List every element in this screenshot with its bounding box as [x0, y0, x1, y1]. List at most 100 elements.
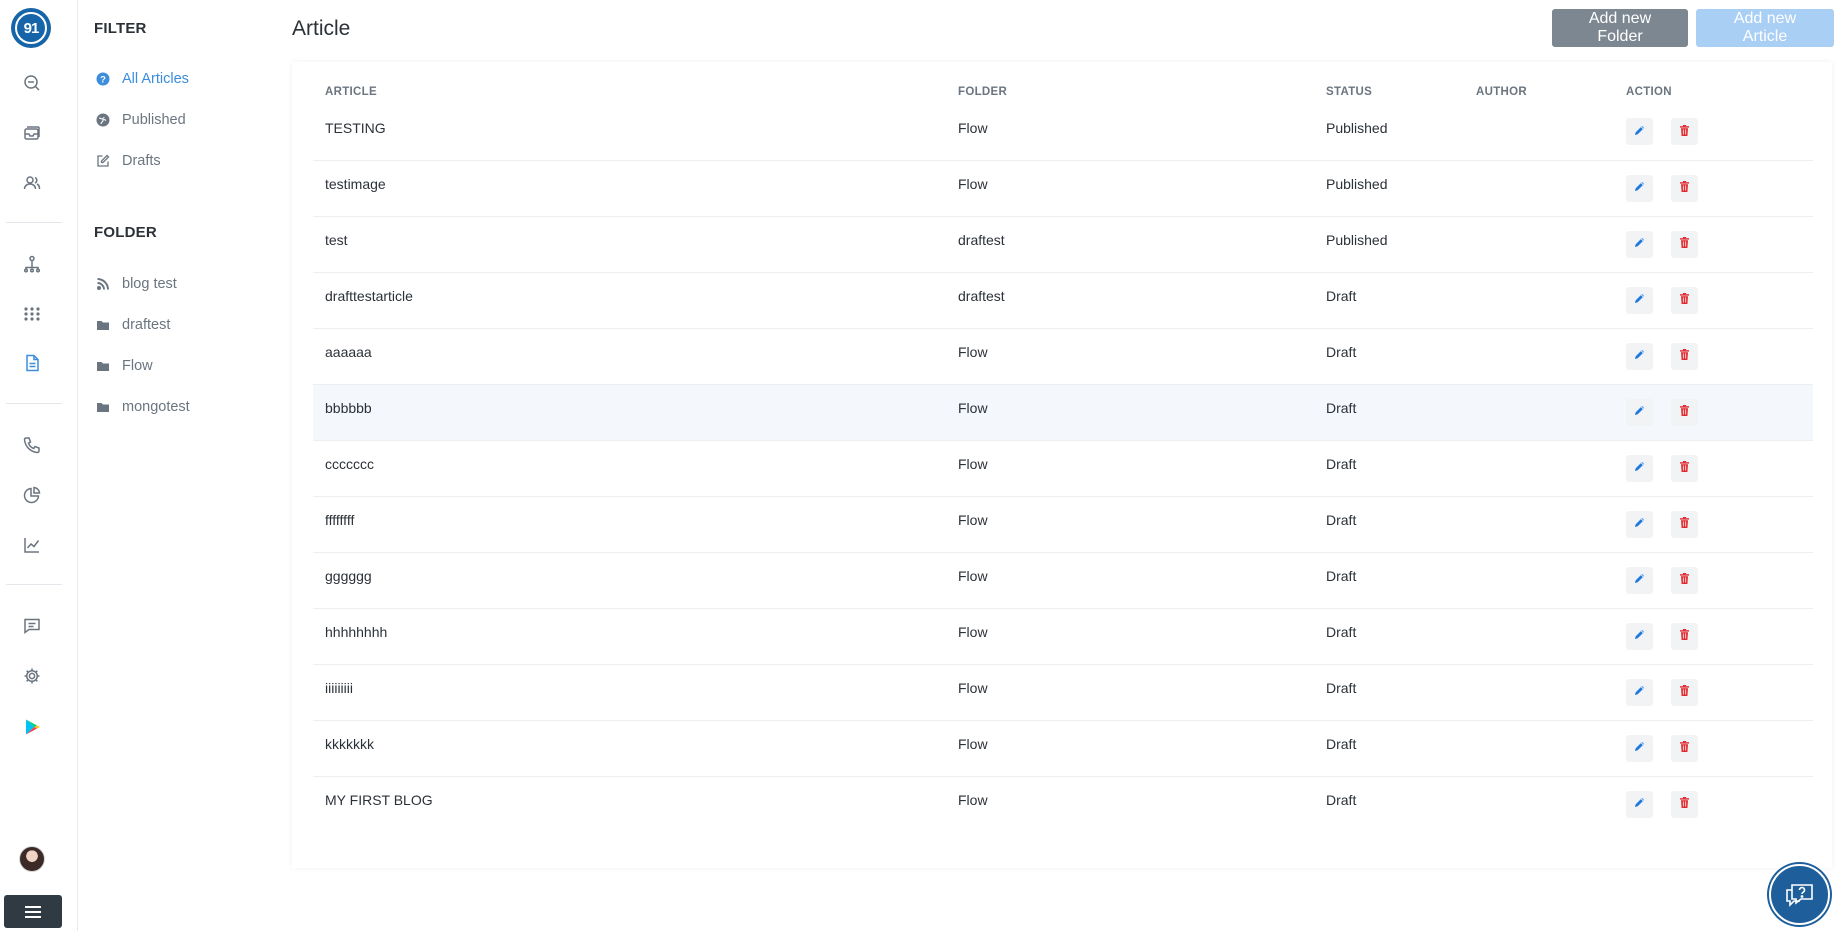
delete-button[interactable]: [1671, 790, 1698, 818]
article-title[interactable]: test: [325, 232, 348, 248]
article-status: Published: [1326, 232, 1388, 248]
article-status: Published: [1326, 176, 1388, 192]
edit-button[interactable]: [1626, 734, 1653, 762]
edit-button[interactable]: [1626, 790, 1653, 818]
filter-heading: FILTER: [94, 20, 147, 37]
article-title[interactable]: MY FIRST BLOG: [325, 792, 433, 808]
article-title[interactable]: ccccccc: [325, 456, 374, 472]
folder-item-mongotest[interactable]: mongotest: [96, 399, 190, 415]
delete-button[interactable]: [1671, 286, 1698, 314]
row-actions: [1626, 678, 1801, 706]
cell-status: Draft: [1314, 552, 1464, 609]
hierarchy-icon[interactable]: [16, 248, 48, 280]
filter-all-articles[interactable]: ? All Articles: [96, 71, 189, 87]
delete-button[interactable]: [1671, 734, 1698, 762]
delete-button[interactable]: [1671, 398, 1698, 426]
article-title[interactable]: aaaaaa: [325, 344, 372, 360]
filter-published[interactable]: Published: [96, 112, 186, 128]
edit-button[interactable]: [1626, 286, 1653, 314]
cell-author: [1464, 720, 1614, 777]
pencil-icon: [1633, 180, 1646, 196]
pencil-icon: [1633, 516, 1646, 532]
delete-button[interactable]: [1671, 230, 1698, 258]
table-row[interactable]: bbbbbb Flow Draft: [313, 384, 1813, 441]
chat-search-icon[interactable]: [16, 67, 48, 99]
edit-button[interactable]: [1626, 174, 1653, 202]
delete-button[interactable]: [1671, 678, 1698, 706]
table-row[interactable]: ffffffff Flow Draft: [313, 496, 1813, 553]
article-title[interactable]: drafttestarticle: [325, 288, 413, 304]
filter-drafts[interactable]: Drafts: [96, 153, 161, 169]
table-row[interactable]: hhhhhhhh Flow Draft: [313, 608, 1813, 665]
cell-status: Draft: [1314, 720, 1464, 777]
pencil-icon: [1633, 124, 1646, 140]
column-header-status: STATUS: [1326, 86, 1373, 98]
message-icon[interactable]: [16, 610, 48, 642]
table-row[interactable]: TESTING Flow Published: [313, 104, 1813, 161]
edit-button[interactable]: [1626, 678, 1653, 706]
pie-chart-icon[interactable]: [16, 479, 48, 511]
add-folder-button[interactable]: Add new Folder: [1552, 9, 1688, 47]
brand-logo[interactable]: 91: [11, 8, 51, 48]
folder-item-flow[interactable]: Flow: [96, 358, 153, 374]
delete-button[interactable]: [1671, 118, 1698, 146]
article-title[interactable]: ffffffff: [325, 512, 354, 528]
delete-button[interactable]: [1671, 510, 1698, 538]
cell-author: [1464, 384, 1614, 441]
folder-item-label: draftest: [122, 317, 171, 333]
edit-button[interactable]: [1626, 510, 1653, 538]
apps-grid-icon[interactable]: [16, 297, 48, 329]
cell-folder: Flow: [946, 608, 1314, 665]
table-row[interactable]: MY FIRST BLOG Flow Draft: [313, 776, 1813, 832]
inbox-stack-icon[interactable]: [16, 117, 48, 149]
document-icon[interactable]: [16, 347, 48, 379]
user-avatar[interactable]: [19, 846, 45, 872]
delete-button[interactable]: [1671, 622, 1698, 650]
help-chat-button[interactable]: [1769, 864, 1830, 925]
article-title[interactable]: gggggg: [325, 568, 372, 584]
cell-author: [1464, 160, 1614, 217]
article-title[interactable]: bbbbbb: [325, 400, 372, 416]
folder-icon: [97, 362, 109, 371]
gear-icon[interactable]: [16, 660, 48, 692]
users-icon[interactable]: [16, 167, 48, 199]
cell-article: aaaaaa: [313, 328, 946, 385]
table-row[interactable]: kkkkkkk Flow Draft: [313, 720, 1813, 777]
delete-button[interactable]: [1671, 454, 1698, 482]
article-title[interactable]: kkkkkkk: [325, 736, 374, 752]
article-title[interactable]: iiiiiiiii: [325, 680, 353, 696]
article-title[interactable]: hhhhhhhh: [325, 624, 387, 640]
folder-item-blog-test[interactable]: blog test: [96, 276, 177, 292]
article-title[interactable]: testimage: [325, 176, 386, 192]
article-folder: Flow: [958, 512, 988, 528]
table-row[interactable]: test draftest Published: [313, 216, 1813, 273]
table-row[interactable]: testimage Flow Published: [313, 160, 1813, 217]
article-title[interactable]: TESTING: [325, 120, 386, 136]
table-row[interactable]: aaaaaa Flow Draft: [313, 328, 1813, 385]
edit-button[interactable]: [1626, 342, 1653, 370]
edit-button[interactable]: [1626, 454, 1653, 482]
play-store-icon[interactable]: [16, 711, 48, 743]
table-row[interactable]: ccccccc Flow Draft: [313, 440, 1813, 497]
article-folder: Flow: [958, 736, 988, 752]
table-row[interactable]: iiiiiiiii Flow Draft: [313, 664, 1813, 721]
table-row[interactable]: drafttestarticle draftest Draft: [313, 272, 1813, 329]
edit-button[interactable]: [1626, 566, 1653, 594]
filter-panel: FILTER ? All Articles Published Drafts F…: [78, 0, 268, 931]
phone-icon[interactable]: [16, 429, 48, 461]
edit-button[interactable]: [1626, 622, 1653, 650]
pencil-icon: [1633, 684, 1646, 700]
edit-button[interactable]: [1626, 230, 1653, 258]
folder-item-draftest[interactable]: draftest: [96, 317, 170, 333]
edit-button[interactable]: [1626, 398, 1653, 426]
line-chart-icon[interactable]: [16, 529, 48, 561]
delete-button[interactable]: [1671, 342, 1698, 370]
article-status: Published: [1326, 119, 1388, 136]
delete-button[interactable]: [1671, 566, 1698, 594]
edit-button[interactable]: [1626, 118, 1653, 146]
delete-button[interactable]: [1671, 174, 1698, 202]
hamburger-menu-button[interactable]: [4, 895, 62, 928]
add-article-button[interactable]: Add new Article: [1696, 9, 1834, 47]
table-row[interactable]: gggggg Flow Draft: [313, 552, 1813, 609]
cell-article: kkkkkkk: [313, 720, 946, 777]
